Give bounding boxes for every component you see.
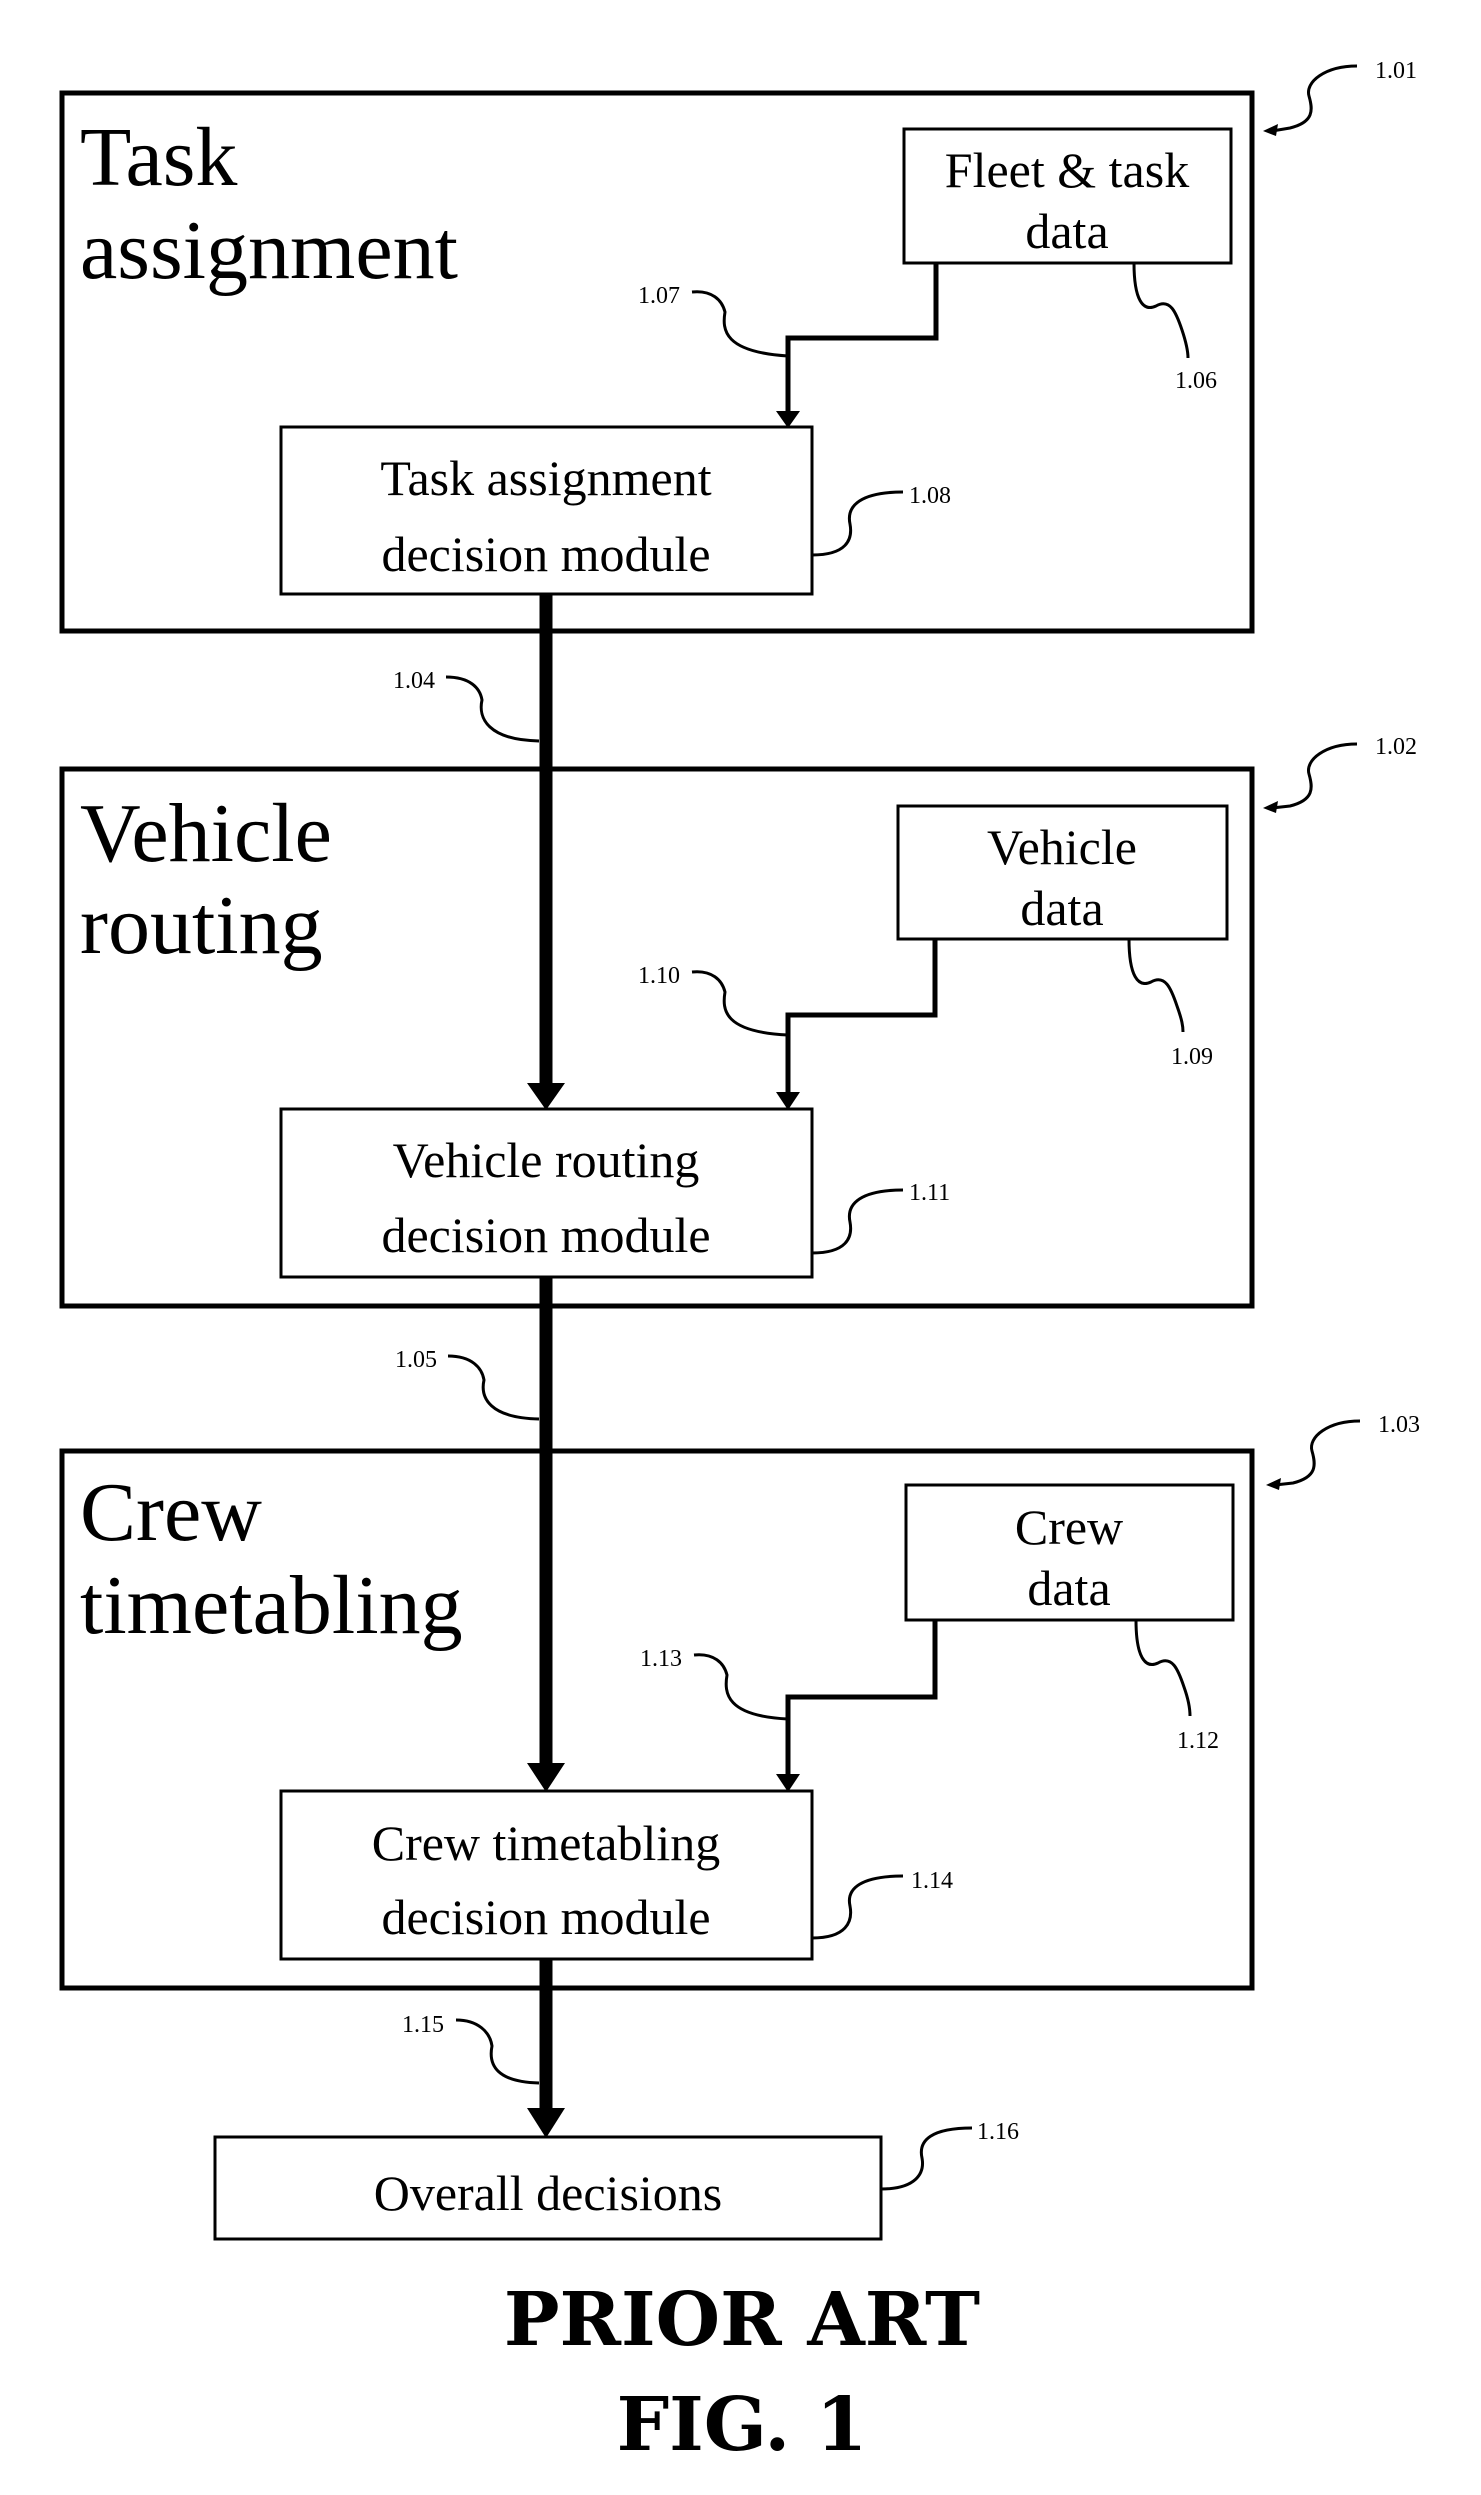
data-box-line2: data: [1025, 203, 1108, 259]
decision-module: Task assignment decision module: [279, 425, 814, 596]
overall-decisions-box: Overall decisions 1.16: [213, 2119, 1019, 2241]
data-box-line2: data: [1020, 880, 1103, 936]
callout-leader: [811, 490, 904, 557]
data-box: Fleet & task data: [902, 127, 1233, 265]
data-box-line1: Crew: [1015, 1499, 1123, 1555]
decision-module-line2: decision module: [381, 1207, 710, 1263]
ref-label: 1.11: [909, 1180, 950, 1206]
callout-arrowhead-icon: [1266, 1478, 1281, 1490]
arrowhead-icon: [776, 1774, 800, 1792]
ref-label: 1.14: [911, 1868, 953, 1894]
decision-module-line1: Vehicle routing: [393, 1132, 700, 1188]
stage-crew-timetabling: Crew timetabling Crew data Crew timetabl…: [59, 1412, 1420, 1991]
callout-leader: [811, 1188, 904, 1255]
flowchart-diagram: Task assignment Fleet & task data Task a…: [59, 58, 1420, 2468]
callout-leader: [1132, 262, 1190, 359]
figure-caption-prior-art: PRIOR ART: [504, 2277, 980, 2363]
callout-leader: [691, 290, 789, 358]
stage-title-line1: Task: [80, 111, 237, 204]
arrowhead-icon: [527, 2108, 565, 2138]
ref-label: 1.07: [638, 283, 680, 309]
ref-label: 1.04: [393, 668, 435, 694]
callout-leader: [693, 1653, 789, 1721]
decision-module: Crew timetabling decision module: [279, 1789, 814, 1961]
stage-title-line1: Crew: [80, 1466, 262, 1559]
ref-label: 1.05: [395, 1347, 437, 1373]
arrowhead-icon: [527, 1083, 565, 1110]
callout-leader: [691, 970, 789, 1037]
callout-leader: [1271, 742, 1358, 810]
callout-leader: [811, 1874, 904, 1940]
ref-label: 1.09: [1171, 1044, 1213, 1070]
decision-module-line1: Task assignment: [380, 450, 711, 506]
callout-leader: [1127, 938, 1185, 1033]
flow-arrow: 1.05: [395, 1277, 565, 1792]
ref-label: 1.02: [1375, 734, 1417, 760]
data-box-line2: data: [1027, 1560, 1110, 1616]
ref-label: 1.06: [1175, 368, 1217, 394]
data-connector: [785, 939, 938, 1095]
decision-module-line1: Crew timetabling: [372, 1815, 721, 1871]
stage-title-line2: routing: [80, 879, 323, 972]
callout-arrowhead-icon: [1263, 801, 1278, 813]
stage-task-assignment: Task assignment Fleet & task data Task a…: [59, 58, 1417, 634]
callout-leader: [445, 675, 540, 743]
callout-leader: [447, 1354, 540, 1421]
callout-leader: [1271, 64, 1358, 133]
ref-label: 1.01: [1375, 58, 1417, 84]
flow-arrow: 1.04: [393, 594, 565, 1110]
data-box-line1: Fleet & task: [945, 142, 1189, 198]
callout-leader: [1134, 1619, 1192, 1717]
ref-label: 1.15: [402, 2012, 444, 2038]
callout-leader: [880, 2126, 973, 2191]
ref-label: 1.08: [909, 483, 951, 509]
decision-module-line2: decision module: [381, 1889, 710, 1945]
stage-vehicle-routing: Vehicle routing Vehicle data Vehicle rou…: [59, 734, 1417, 1309]
stage-title-line2: assignment: [80, 204, 458, 297]
ref-label: 1.03: [1378, 1412, 1420, 1438]
data-box-line1: Vehicle: [987, 819, 1137, 875]
data-connector: [785, 1620, 938, 1777]
callout-leader: [1274, 1419, 1361, 1487]
ref-label: 1.13: [640, 1646, 682, 1672]
callout-leader: [455, 2018, 540, 2085]
figure-caption-number: FIG. 1: [617, 2382, 868, 2468]
decision-module: Vehicle routing decision module: [279, 1107, 814, 1279]
ref-label: 1.16: [977, 2119, 1019, 2145]
callout-arrowhead-icon: [1263, 124, 1278, 136]
data-connector: [785, 263, 939, 414]
arrowhead-icon: [776, 1092, 800, 1110]
ref-label: 1.10: [638, 963, 680, 989]
data-box: Vehicle data: [896, 804, 1229, 941]
arrowhead-icon: [527, 1763, 565, 1792]
decision-module-line2: decision module: [381, 526, 710, 582]
ref-label: 1.12: [1177, 1728, 1219, 1754]
stage-title-line2: timetabling: [80, 1559, 463, 1652]
stage-title-line1: Vehicle: [80, 787, 332, 880]
arrowhead-icon: [776, 411, 800, 428]
overall-decisions-label: Overall decisions: [374, 2165, 723, 2221]
data-box: Crew data: [904, 1483, 1235, 1622]
